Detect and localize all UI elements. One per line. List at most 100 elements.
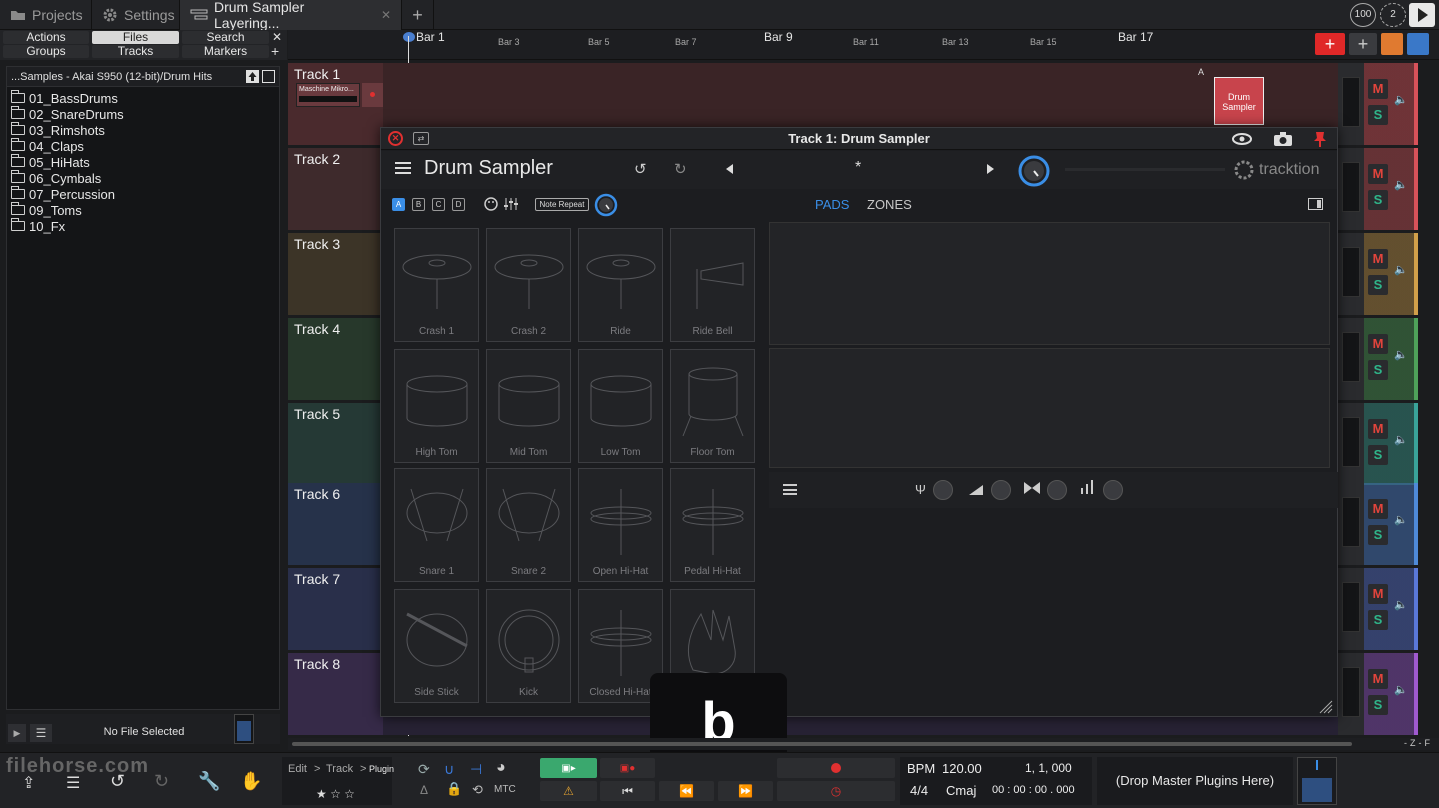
mute-button[interactable]: M: [1368, 164, 1388, 184]
add-icon[interactable]: +: [271, 43, 279, 59]
list-item[interactable]: 09_Toms: [7, 202, 279, 218]
drum-pad[interactable]: Low Tom: [578, 349, 663, 463]
list-item[interactable]: 01_BassDrums: [7, 90, 279, 106]
drum-pad[interactable]: Kick: [486, 589, 571, 703]
bank-c-button[interactable]: C: [432, 198, 445, 211]
solo-button[interactable]: S: [1368, 275, 1388, 295]
view-eye-icon[interactable]: [1407, 33, 1429, 55]
drum-pad[interactable]: Snare 2: [486, 468, 571, 582]
midi-input-clip[interactable]: Maschine Mikro...: [296, 83, 360, 107]
timeline-ruler[interactable]: Bar 1 Bar 3 Bar 5 Bar 7 Bar 9 Bar 11 Bar…: [288, 30, 1439, 60]
rewind-button[interactable]: ⏪: [659, 781, 714, 801]
speaker-icon[interactable]: 🔈: [1394, 178, 1408, 191]
record-mode-button[interactable]: ▣●: [600, 758, 655, 778]
hand-icon[interactable]: ✋: [240, 771, 262, 792]
input-arrow[interactable]: [362, 83, 384, 107]
drum-pad[interactable]: High Tom: [394, 349, 479, 463]
track-header[interactable]: Track 3: [288, 233, 383, 315]
master-plugins-drop-zone[interactable]: (Drop Master Plugins Here): [1097, 757, 1293, 805]
waveform-panel[interactable]: [769, 222, 1330, 345]
plugin-titlebar[interactable]: ✕ ⇄ Track 1: Drum Sampler: [381, 128, 1337, 150]
pin-icon[interactable]: [1313, 130, 1327, 151]
list-item[interactable]: 10_Fx: [7, 218, 279, 234]
go-to-start-button[interactable]: ⏮: [600, 781, 655, 801]
track-header[interactable]: Track 5: [288, 403, 383, 485]
note-repeat-button[interactable]: Note Repeat: [535, 198, 589, 211]
mtc-label[interactable]: MTC: [494, 784, 516, 795]
solo-button[interactable]: S: [1368, 445, 1388, 465]
camera-icon[interactable]: [1273, 131, 1293, 150]
resize-grip-icon[interactable]: [1319, 700, 1333, 717]
list-item[interactable]: 04_Claps: [7, 138, 279, 154]
breadcrumb-edit[interactable]: Edit: [288, 763, 307, 775]
fader[interactable]: [1342, 247, 1360, 297]
track-header[interactable]: Track 8: [288, 653, 383, 735]
play-button-top[interactable]: [1409, 3, 1435, 27]
search-tab[interactable]: Search: [182, 31, 269, 44]
punch-icon[interactable]: ⊣: [470, 761, 482, 778]
next-preset-icon[interactable]: [986, 163, 994, 177]
track-header[interactable]: Track 2: [288, 148, 383, 230]
drum-pad[interactable]: Crash 2: [486, 228, 571, 342]
tab-settings[interactable]: Settings: [92, 0, 180, 30]
drum-pad[interactable]: Side Stick: [394, 589, 479, 703]
time-signature[interactable]: 4/4: [910, 783, 928, 798]
speaker-icon[interactable]: 🔈: [1394, 513, 1408, 526]
solo-button[interactable]: S: [1368, 695, 1388, 715]
mute-button[interactable]: M: [1368, 79, 1388, 99]
master-volume-knob[interactable]: [1018, 155, 1050, 190]
drum-pad[interactable]: Open Hi-Hat: [578, 468, 663, 582]
palette-icon[interactable]: [484, 197, 498, 214]
fader[interactable]: [1342, 332, 1360, 382]
plugin-slot-drum-sampler[interactable]: Drum Sampler: [1214, 77, 1264, 125]
new-tab-button[interactable]: +: [402, 0, 434, 30]
files-tab[interactable]: Files: [92, 31, 179, 44]
list-item[interactable]: 06_Cymbals: [7, 170, 279, 186]
tab-projects[interactable]: Projects: [0, 0, 92, 30]
mute-button[interactable]: M: [1368, 499, 1388, 519]
fader[interactable]: [1342, 77, 1360, 127]
breadcrumb-track[interactable]: Track: [326, 763, 353, 775]
groups-tab[interactable]: Groups: [3, 45, 89, 58]
sync-icon[interactable]: ⟲: [472, 782, 483, 798]
new-folder-icon[interactable]: [262, 70, 275, 83]
close-icon[interactable]: ✕: [388, 131, 403, 146]
fader[interactable]: [1342, 667, 1360, 717]
breadcrumb-plugin[interactable]: Plugin: [369, 764, 394, 774]
speaker-icon[interactable]: 🔈: [1394, 598, 1408, 611]
list-item[interactable]: 02_SnareDrums: [7, 106, 279, 122]
level-knob[interactable]: [1103, 480, 1123, 500]
add-track-button[interactable]: +: [1315, 33, 1345, 55]
solo-button[interactable]: S: [1368, 360, 1388, 380]
solo-button[interactable]: S: [1368, 105, 1388, 125]
drum-pad[interactable]: Snare 1: [394, 468, 479, 582]
zone-panel[interactable]: [769, 348, 1330, 468]
drum-pad[interactable]: Pedal Hi-Hat: [670, 468, 755, 582]
note-repeat-knob[interactable]: [594, 193, 618, 220]
timecode-display[interactable]: 00 : 00 : 00 . 000: [992, 784, 1075, 796]
up-folder-icon[interactable]: [246, 70, 259, 83]
key-signature[interactable]: Cmaj: [946, 783, 976, 798]
wrench-icon[interactable]: 🔧: [198, 771, 220, 792]
bank-d-button[interactable]: D: [452, 198, 465, 211]
undo-icon[interactable]: ↺: [110, 771, 125, 792]
tempo-display[interactable]: BPM 120.00 1, 1, 000 4/4 Cmaj 00 : 00 : …: [900, 757, 1092, 805]
clip-launch-button[interactable]: ▣▸: [540, 758, 597, 778]
close-icon[interactable]: ✕: [381, 8, 391, 22]
track-header[interactable]: Track 4: [288, 318, 383, 400]
mixer-sliders-icon[interactable]: [503, 197, 519, 214]
mute-button[interactable]: M: [1368, 584, 1388, 604]
export-icon[interactable]: ⇪: [22, 773, 35, 793]
star-rating-icon[interactable]: ★ ☆ ☆: [316, 787, 355, 801]
bpm-value[interactable]: 120.00: [942, 761, 982, 776]
mute-button[interactable]: M: [1368, 334, 1388, 354]
swap-icon[interactable]: ⇄: [413, 132, 429, 145]
track-header[interactable]: Track 7: [288, 568, 383, 650]
undo-icon[interactable]: ↺: [634, 160, 647, 178]
horizontal-scrollbar[interactable]: -Z-F: [288, 738, 1439, 750]
eye-icon[interactable]: [1231, 131, 1253, 150]
bank-b-button[interactable]: B: [412, 198, 425, 211]
warning-button[interactable]: ⚠: [540, 781, 597, 801]
speaker-icon[interactable]: 🔈: [1394, 683, 1408, 696]
lock-icon[interactable]: 🔒: [446, 781, 462, 797]
